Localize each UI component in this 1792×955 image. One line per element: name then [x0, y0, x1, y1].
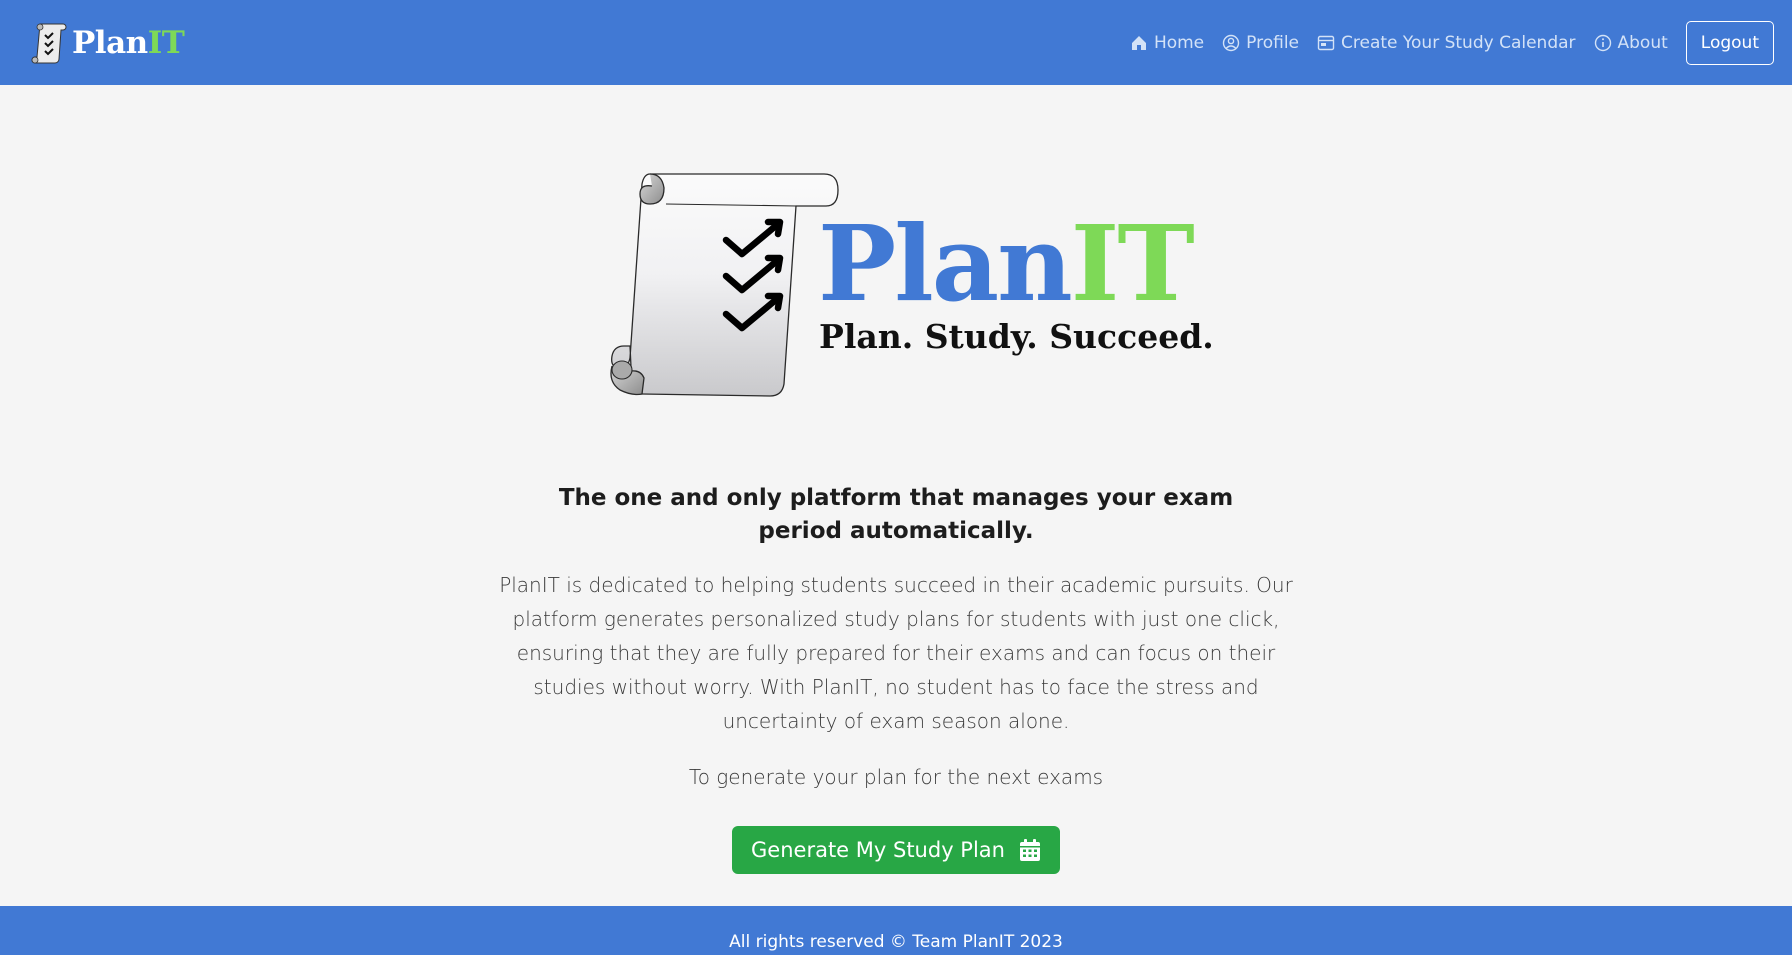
generate-study-plan-button[interactable]: Generate My Study Plan — [732, 826, 1060, 874]
nav-create-calendar[interactable]: Create Your Study Calendar — [1317, 33, 1576, 53]
navbar: PlanIT Home Profile Create Your Study Ca… — [0, 0, 1792, 85]
home-icon — [1131, 35, 1146, 50]
scroll-checklist-logo-icon — [31, 23, 67, 63]
nav-about[interactable]: About — [1594, 33, 1668, 53]
main-content: The one and only platform that manages y… — [476, 482, 1316, 874]
generate-button-label: Generate My Study Plan — [751, 838, 1005, 862]
hero-logo-title: PlanIT — [818, 202, 1194, 325]
planit-hero-logo: PlanIT Plan. Study. Succeed. — [610, 173, 1214, 397]
nav-profile[interactable]: Profile — [1222, 33, 1299, 53]
hero-tagline: Plan. Study. Succeed. — [819, 317, 1214, 356]
footer: All rights reserved © Team PlanIT 2023 — [0, 906, 1792, 955]
logout-button[interactable]: Logout — [1685, 20, 1774, 65]
calendar-card-icon — [1317, 35, 1335, 50]
nav-profile-label: Profile — [1246, 32, 1299, 53]
nav-create-calendar-label: Create Your Study Calendar — [1341, 32, 1576, 53]
brand-name: PlanIT — [72, 24, 185, 61]
user-circle-icon — [1222, 34, 1240, 51]
nav-about-label: About — [1617, 32, 1668, 53]
scroll-icon — [610, 173, 839, 397]
nav-home[interactable]: Home — [1130, 33, 1204, 53]
calendar-icon — [1019, 839, 1040, 861]
nav-home-label: Home — [1153, 32, 1205, 53]
platform-description: PlanIT is dedicated to helping students … — [499, 573, 1293, 733]
footer-copyright: All rights reserved © Team PlanIT 2023 — [729, 932, 1063, 952]
info-icon — [1594, 34, 1611, 51]
main-nav: Home Profile Create Your Study Calendar … — [1130, 20, 1774, 65]
page-headline: The one and only platform that manages y… — [558, 485, 1234, 544]
cta-text: To generate your plan for the next exams — [688, 765, 1104, 789]
brand-link[interactable]: PlanIT — [30, 21, 185, 65]
